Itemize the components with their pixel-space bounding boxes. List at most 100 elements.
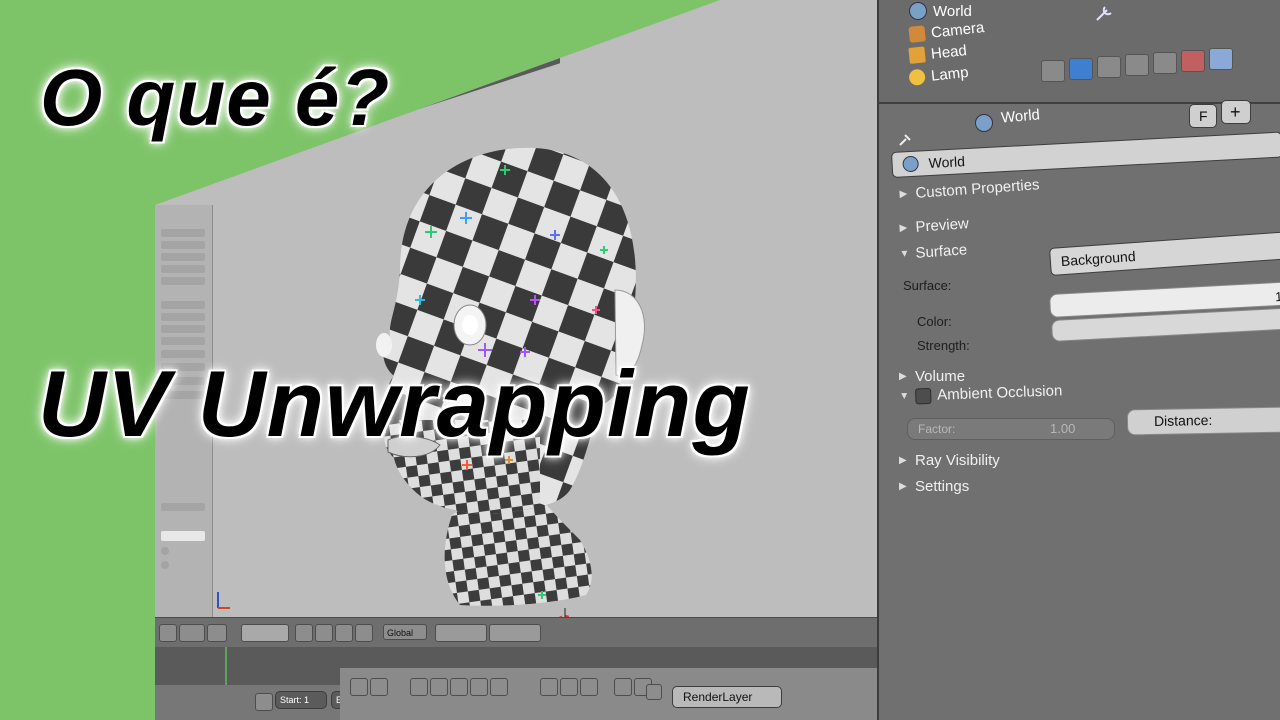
object-tab-icon[interactable] [1097,56,1121,78]
panel-ambient-occlusion[interactable]: ▼ Ambient Occlusion [899,382,1063,405]
title-uv-unwrapping: UV Unwrapping [38,351,751,456]
tool-item[interactable] [161,325,205,333]
tool-item[interactable] [161,301,205,309]
fake-user-label: F [1199,108,1208,124]
tool-item[interactable] [161,561,169,569]
strength-label: Strength: [917,338,970,353]
render-button[interactable] [490,678,508,696]
fake-user-button[interactable]: F [1189,104,1217,128]
surface-value: Background [1060,248,1137,270]
expand-icon: ▶ [899,222,908,234]
panel-label: Volume [915,368,966,385]
current-frame-line [225,647,227,687]
panel-ray-visibility[interactable]: ▶ Ray Visibility [899,452,1000,469]
add-world-button[interactable]: + [1221,100,1251,124]
play-button[interactable] [255,693,273,711]
world-tab-icon[interactable] [1069,58,1093,80]
pivot-button[interactable] [315,624,333,642]
collapse-icon: ▼ [899,248,910,260]
tool-item[interactable] [161,313,205,321]
render-button[interactable] [410,678,428,696]
view-menu-button[interactable] [159,624,177,642]
render-button[interactable] [350,678,368,696]
pause-button[interactable] [646,684,662,700]
ao-factor-field: Factor: 1.00 [907,418,1115,440]
render-layer-label: RenderLayer [683,690,753,704]
start-value: 1 [304,695,310,705]
layer-grid[interactable] [435,624,487,642]
panel-volume[interactable]: ▶ Volume [899,368,965,385]
ao-checkbox[interactable] [915,387,932,404]
tool-item[interactable] [161,265,205,273]
distance-label: Distance: [1153,411,1213,429]
mode-dropdown[interactable] [241,624,289,642]
orientation-dropdown[interactable]: Global [383,624,427,640]
axis-gizmo [217,592,230,609]
camera-icon [908,25,926,43]
check-icon[interactable] [1209,48,1233,70]
tool-item[interactable] [161,229,205,237]
constraint-tab-icon[interactable] [1125,54,1149,76]
outliner-item-lamp[interactable]: Lamp [908,61,970,89]
expand-icon: ▶ [899,455,907,466]
lamp-tab-icon[interactable] [1153,52,1177,74]
pin-icon[interactable] [897,132,911,146]
tool-item[interactable] [161,253,205,261]
version-stats-text: v2.77 | Verts:31,706 | Faces:31,680 | Tr… [560,0,763,20]
render-engine-label[interactable]: cles Render [426,69,479,97]
surface-shader-dropdown[interactable]: Background [1049,231,1280,276]
outliner-label: Camera [930,18,986,42]
3d-view-header: Global [155,617,890,648]
title-question: O que é? [40,53,391,142]
tool-item[interactable] [161,241,205,249]
render-tab-icon[interactable] [1041,60,1065,82]
panel-label: Ray Visibility [915,452,1000,469]
render-button[interactable] [540,678,558,696]
panel-preview[interactable]: ▶ Preview [899,215,969,237]
panel-label: Settings [915,478,970,495]
render-button[interactable] [450,678,468,696]
render-layer-dropdown[interactable]: RenderLayer [672,686,782,708]
tool-item[interactable] [161,547,169,555]
tool-item[interactable] [161,503,205,511]
panel-label: Preview [914,215,970,236]
wrench-icon[interactable] [1093,4,1115,24]
render-button[interactable] [430,678,448,696]
render-button[interactable] [560,678,578,696]
panel-label: Surface [914,241,968,262]
breadcrumb-world: World [1000,106,1041,127]
factor-label: Factor: [918,422,956,436]
color-label: Color: [917,314,952,329]
start-frame-field[interactable]: Start: 1 [275,691,327,709]
ao-distance-field[interactable]: Distance: [1126,406,1280,436]
render-engine-bar: cles Render [420,37,560,109]
render-button[interactable] [614,678,632,696]
render-button[interactable] [580,678,598,696]
lamp-icon [908,68,926,87]
surface-label: Surface: [903,278,952,293]
world-icon [909,2,927,20]
tool-item[interactable] [161,337,205,345]
tool-item[interactable] [161,277,205,285]
texture-tab-icon[interactable] [1181,50,1205,72]
collapse-icon: ▼ [899,390,910,402]
world-datablock-field[interactable]: World [891,131,1280,178]
orientation-label: Global [387,628,414,638]
tool-item[interactable] [161,531,205,541]
layer-grid[interactable] [489,624,541,642]
outliner-label: Lamp [930,63,970,85]
manipulator-button[interactable] [355,624,373,642]
add-menu-button[interactable] [207,624,227,642]
view3d-footer: RenderLayer [340,668,890,720]
panel-surface[interactable]: ▼ Surface [899,241,968,263]
render-button[interactable] [370,678,388,696]
expand-icon: ▶ [899,371,907,382]
shading-button[interactable] [295,624,313,642]
manipulator-button[interactable] [335,624,353,642]
panel-settings[interactable]: ▶ Settings [899,478,969,495]
panel-custom-properties[interactable]: ▶ Custom Properties [899,176,1040,203]
select-menu-button[interactable] [179,624,205,642]
render-button[interactable] [470,678,488,696]
start-label: Start: [280,695,302,705]
context-row: World F + [879,100,1280,146]
